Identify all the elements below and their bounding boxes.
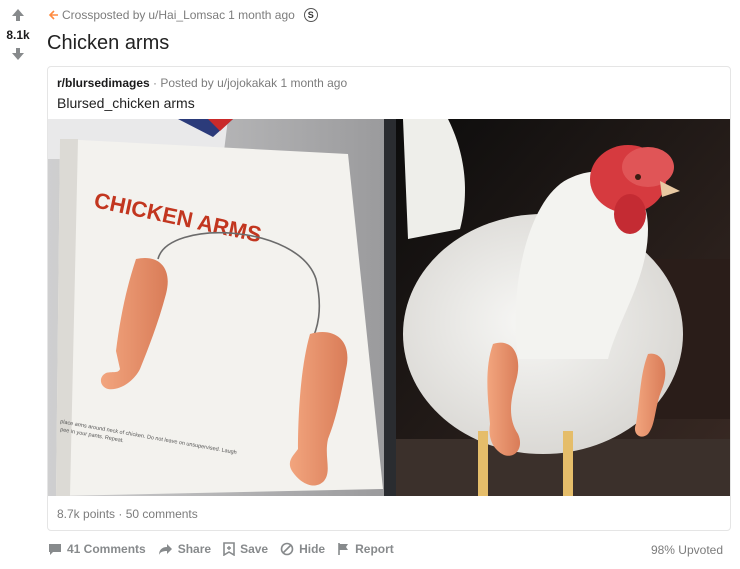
crosspost-card[interactable]: r/blursedimages · Posted by u/jojokakak … — [47, 66, 731, 531]
crosspost-time: 1 month ago — [228, 8, 295, 22]
original-points: 8.7k points — [57, 507, 116, 521]
original-post-title[interactable]: Blursed_chicken arms — [57, 95, 195, 111]
post-action-bar: 41 Comments Share Save Hide Report — [48, 542, 406, 556]
comments-label: 41 Comments — [67, 542, 146, 556]
original-posted-by: · Posted by u/jojokakak 1 month ago — [149, 76, 348, 90]
crosspost-icon — [48, 10, 58, 20]
upvote-ratio: 98% Upvoted — [650, 543, 723, 557]
crosspost-user-link[interactable]: u/Hai_Lomsac — [148, 8, 225, 22]
hide-label: Hide — [299, 542, 326, 556]
save-label: Save — [240, 542, 269, 556]
vote-column: 8.1k — [0, 8, 36, 61]
post-image[interactable]: CHICKEN ARMS place arms around neck of c… — [48, 119, 730, 496]
crosspost-meta: Crossposted by u/Hai_Lomsac 1 month ago … — [48, 8, 318, 22]
report-button[interactable]: Report — [337, 542, 394, 556]
subreddit-link[interactable]: r/blursedimages — [57, 76, 150, 90]
original-comments-link[interactable]: 50 comments — [126, 507, 198, 521]
original-post-meta: r/blursedimages · Posted by u/jojokakak … — [57, 76, 347, 90]
hide-icon — [280, 542, 294, 556]
save-button[interactable]: Save — [223, 542, 268, 556]
vote-score: 8.1k — [6, 28, 30, 42]
report-label: Report — [355, 542, 394, 556]
arrow-down-icon[interactable] — [11, 47, 25, 61]
bookmark-icon — [223, 542, 235, 556]
share-label: Share — [177, 542, 212, 556]
post-title[interactable]: Chicken arms — [47, 32, 169, 55]
crosspost-prefix: Crossposted by — [62, 8, 146, 22]
flag-icon — [338, 543, 349, 555]
comments-button[interactable]: 41 Comments — [48, 542, 146, 556]
hide-button[interactable]: Hide — [280, 542, 325, 556]
original-post-stats: 8.7k points · 50 comments — [57, 507, 198, 521]
award-icon[interactable]: S — [303, 8, 318, 22]
arrow-up-icon[interactable] — [11, 8, 25, 22]
comment-icon — [49, 544, 61, 555]
share-icon — [158, 543, 172, 555]
chicken-arms-image: CHICKEN ARMS place arms around neck of c… — [48, 119, 730, 496]
share-button[interactable]: Share — [158, 542, 211, 556]
